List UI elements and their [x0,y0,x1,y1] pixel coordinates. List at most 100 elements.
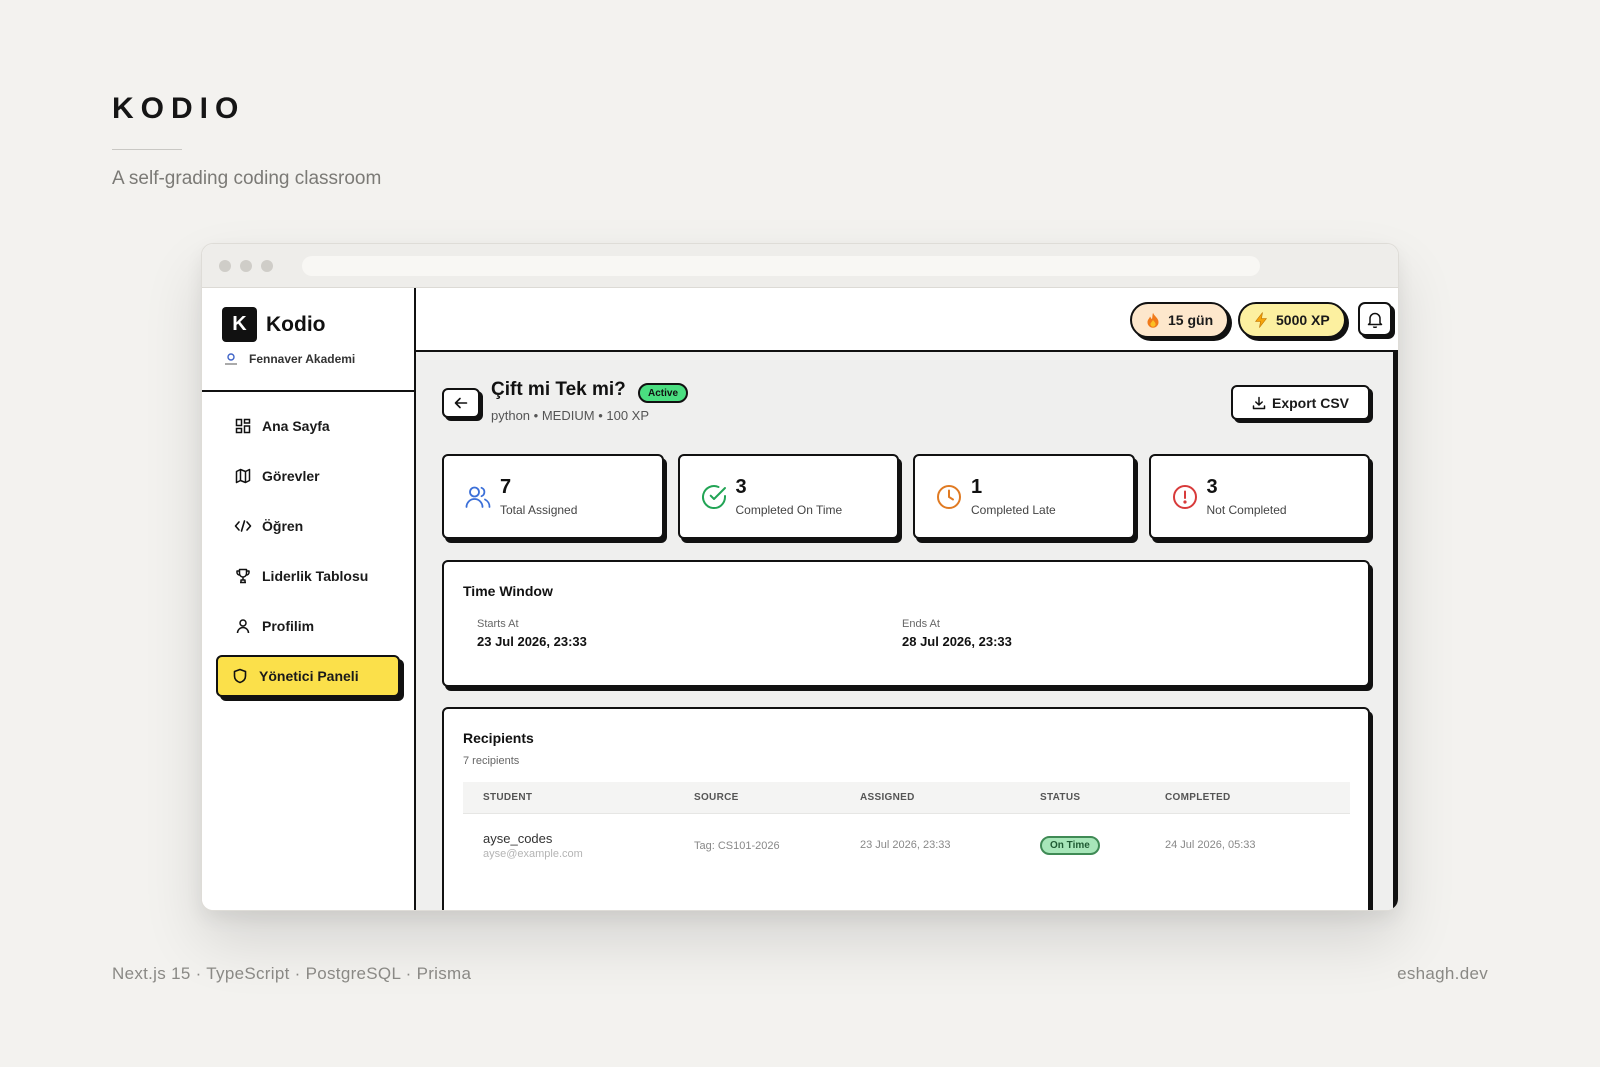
sidebar-item-ogren[interactable]: Öğren [216,505,400,547]
recipients-count: 7 recipients [463,755,520,767]
table-header: STUDENT SOURCE ASSIGNED STATUS COMPLETED [463,782,1350,814]
sidebar-item-label: Öğren [262,518,304,534]
back-button[interactable] [442,388,480,418]
scroll-fade [444,885,1368,910]
xp-badge[interactable]: 5000 XP [1238,302,1346,338]
stat-label: Completed Late [971,502,1056,517]
separator: • [533,408,542,423]
org-info: Fennaver Akademi [222,352,414,366]
starts-at: Starts At 23 Jul 2026, 23:33 [477,618,587,649]
table-row[interactable]: ayse_codes ayse@example.com Tag: CS101-2… [463,814,1350,876]
download-icon [1252,396,1266,410]
stat-value: 3 [1206,475,1218,498]
stat-card-not-completed: 3 Not Completed [1148,454,1370,539]
sidebar-item-liderlik-tablosu[interactable]: Liderlik Tablosu [216,555,400,597]
url-bar[interactable] [302,256,1260,276]
bell-icon [1367,311,1383,328]
stat-value: 3 [735,475,747,498]
stat-text: 3 Not Completed [1207,477,1287,517]
row-completed: 24 Jul 2026, 05:33 [1165,839,1256,851]
sidebar: K Kodio Fennaver Akademi Ana Sayfa Görev… [202,288,416,910]
assignment-detail: Çift mi Tek mi? Active python • MEDIUM •… [442,352,1370,910]
row-assigned: 23 Jul 2026, 23:33 [860,839,951,851]
stat-text: 3 Completed On Time [736,477,843,517]
ends-at-value: 28 Jul 2026, 23:33 [902,634,1012,649]
tagline: A self-grading coding classroom [112,168,382,189]
browser-chrome [202,244,1398,288]
language-label: python [491,408,531,423]
page-title: Çift mi Tek mi? [491,379,626,400]
status-badge: On Time [1040,836,1100,855]
stat-card-completed-late: 1 Completed Late [913,454,1135,539]
stats-row: 7 Total Assigned 3 Completed On Time 1 C… [442,454,1370,539]
student-email: ayse@example.com [483,848,583,860]
stat-value: 1 [971,475,983,498]
student-username[interactable]: ayse_codes [483,831,552,846]
stat-label: Not Completed [1206,502,1287,517]
time-window-title: Time Window [463,583,553,599]
arrow-left-icon [454,397,468,409]
main-panel: 15 gün 5000 XP Çift mi Tek mi? Active py… [416,288,1398,910]
brand-divider [112,149,182,150]
recipients-card: Recipients 7 recipients STUDENT SOURCE A… [442,707,1370,910]
org-logo-icon [222,352,240,366]
scrollbar[interactable] [1393,352,1398,910]
sidebar-item-ana-sayfa[interactable]: Ana Sayfa [216,405,400,447]
time-window-card: Time Window Starts At 23 Jul 2026, 23:33… [442,560,1370,687]
column-header-assigned[interactable]: ASSIGNED [860,792,915,803]
assignment-meta: python • MEDIUM • 100 XP [491,408,649,423]
status-badge: Active [638,383,689,403]
user-icon [234,617,252,635]
sidebar-item-label: Görevler [262,468,320,484]
shield-icon [231,667,249,685]
column-header-student[interactable]: STUDENT [483,792,532,803]
map-icon [234,467,252,485]
streak-badge[interactable]: 15 gün [1130,302,1230,338]
site-footer: eshagh.dev [1397,964,1488,983]
recipients-title: Recipients [463,730,534,746]
stat-text: 7 Total Assigned [500,477,577,517]
browser-window: K Kodio Fennaver Akademi Ana Sayfa Görev… [201,243,1399,911]
sidebar-item-label: Profilim [262,618,315,634]
window-dot [261,259,273,272]
users-icon [464,483,492,511]
xp-label: 5000 XP [1276,312,1330,328]
lightning-icon [1254,312,1268,328]
stat-card-completed-on-time: 3 Completed On Time [677,454,899,539]
starts-at-label: Starts At [477,618,519,630]
streak-label: 15 gün [1168,312,1214,328]
ends-at: Ends At 28 Jul 2026, 23:33 [902,618,1012,649]
clock-icon [935,483,963,511]
logo[interactable]: K Kodio [222,307,414,342]
column-header-completed[interactable]: COMPLETED [1165,792,1230,803]
grid-icon [234,417,252,435]
app-name: Kodio [266,312,326,336]
export-csv-label: Export CSV [1271,394,1349,411]
sidebar-item-profilim[interactable]: Profilim [216,605,400,647]
stat-label: Completed On Time [735,502,843,517]
alert-circle-icon [1171,483,1199,511]
notifications-button[interactable] [1358,302,1392,336]
sidebar-item-gorevler[interactable]: Görevler [216,455,400,497]
export-csv-button[interactable]: Export CSV [1230,385,1370,420]
org-name: Fennaver Akademi [249,352,356,366]
sidebar-item-label: Liderlik Tablosu [262,568,369,584]
sidebar-nav: Ana Sayfa Görevler Öğren Liderlik Tablos… [202,392,414,697]
ends-at-label: Ends At [902,618,940,630]
brand-title: KODIO [112,92,246,125]
app-shell: K Kodio Fennaver Akademi Ana Sayfa Görev… [202,288,1398,910]
column-header-source[interactable]: SOURCE [694,792,739,803]
window-dot [219,259,231,272]
sidebar-header: K Kodio Fennaver Akademi [202,288,414,392]
trophy-icon [234,567,252,585]
sidebar-item-yonetici-paneli[interactable]: Yönetici Paneli [216,655,400,697]
flame-icon [1146,312,1160,328]
logo-mark: K [222,307,257,342]
starts-at-value: 23 Jul 2026, 23:33 [477,634,587,649]
stat-text: 1 Completed Late [971,477,1056,517]
points-label: 100 XP [606,408,650,423]
stat-value: 7 [500,475,512,498]
column-header-status[interactable]: STATUS [1040,792,1080,803]
sidebar-item-label: Yönetici Paneli [259,668,359,684]
recipients-table: STUDENT SOURCE ASSIGNED STATUS COMPLETED… [463,782,1350,876]
